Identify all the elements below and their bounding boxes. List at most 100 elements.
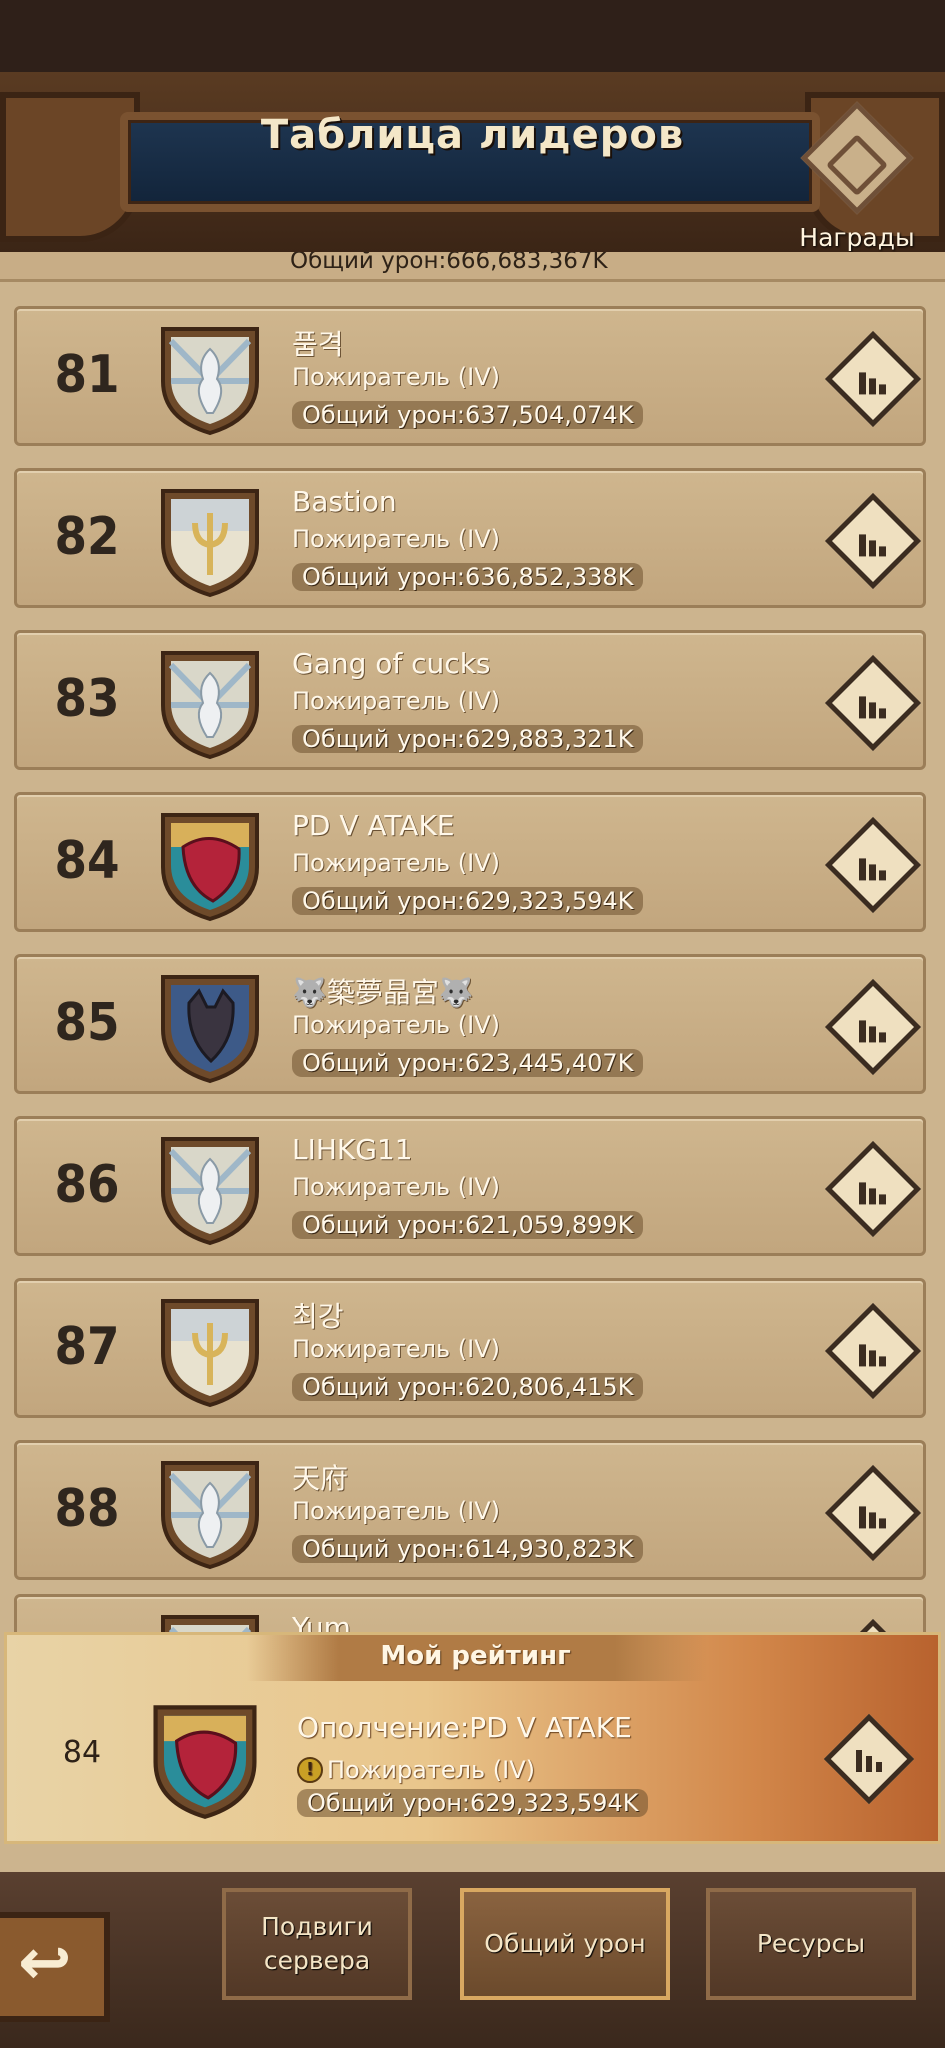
tab-server-feats[interactable]: Подвиги сервера — [222, 1888, 412, 2000]
bar-chart-icon — [855, 1010, 891, 1046]
guild-name: 天府 — [292, 1462, 349, 1495]
guild-damage: Общий урон:629,323,594K — [292, 887, 644, 915]
my-rank: 84 — [62, 1735, 102, 1770]
stats-button[interactable] — [824, 330, 922, 428]
back-button[interactable]: ↩ — [0, 1912, 110, 2022]
bar-chart-icon — [855, 686, 891, 722]
row-info: 최강 Пожиратель (IV) Общий урон:620,806,415K — [292, 1295, 792, 1401]
my-tier: ! Пожиратель (IV) — [297, 1751, 817, 1789]
stats-button[interactable] — [824, 816, 922, 914]
bar-chart-icon — [852, 1742, 886, 1776]
tab-resources-label: Ресурсы — [756, 1929, 866, 1958]
guild-tier: Пожиратель (IV) — [292, 1335, 500, 1363]
leaderboard-row[interactable]: 87 최강 Пожиратель (IV) Общий урон:620,806,41… — [14, 1278, 926, 1418]
leaderboard-row[interactable]: Yum — [14, 1594, 926, 1632]
my-rating-title: Мой рейтинг — [380, 1641, 571, 1671]
guild-emblem-icon — [155, 1293, 265, 1409]
leaderboard-row[interactable]: 81 품격 Пожиратель (IV) Общий урон:637,504,07… — [14, 306, 926, 446]
my-damage: Общий урон:629,323,594K — [297, 1789, 649, 1817]
guild-tier: Пожиратель (IV) — [292, 1011, 500, 1039]
row-rank: 83 — [54, 669, 120, 729]
my-guild-emblem-icon — [145, 1699, 265, 1821]
bar-chart-icon — [855, 1496, 891, 1532]
row-info: 🐺築夢晶宮🐺 Пожиратель (IV) Общий урон:623,445,… — [292, 971, 792, 1077]
leaderboard-row[interactable]: 82 Bastion Пожиратель (IV) Общий урон:636,8… — [14, 468, 926, 608]
guild-tier: Пожиратель (IV) — [292, 525, 500, 553]
my-guild-name: Ополчение:PD V ATAKE — [297, 1711, 632, 1744]
tab-total-damage[interactable]: Общий урон — [460, 1888, 670, 2000]
row-rank: 87 — [54, 1317, 120, 1377]
bar-chart-icon — [855, 362, 891, 398]
guild-tier: Пожиратель (IV) — [292, 687, 500, 715]
status-strip — [0, 0, 945, 72]
tab-resources[interactable]: Ресурсы — [706, 1888, 916, 2000]
stats-button[interactable] — [824, 492, 922, 590]
rewards-button[interactable]: Награды — [792, 101, 922, 268]
partial-row-damage: Общий урон:666,683,367K — [290, 252, 608, 274]
row-rank: 82 — [54, 507, 120, 567]
row-rank: 86 — [54, 1155, 120, 1215]
guild-damage: Общий урон:637,504,074K — [292, 401, 644, 429]
stats-button[interactable] — [824, 1464, 922, 1562]
guild-name: 최강 — [292, 1300, 344, 1333]
tab-total-damage-label: Общий урон — [484, 1929, 646, 1958]
stats-button[interactable] — [824, 1302, 922, 1400]
leaderboard-row[interactable]: 85 🐺築夢晶宮🐺 Пожиратель (IV) Общий урон:623,44… — [14, 954, 926, 1094]
guild-name: Yum — [292, 1611, 351, 1632]
guild-name: Bastion — [292, 485, 397, 518]
row-rank: 81 — [54, 345, 120, 405]
guild-name: 품격 — [292, 328, 344, 361]
guild-name: 🐺築夢晶宮🐺 — [292, 976, 474, 1009]
back-arrow-icon: ↩ — [18, 1926, 72, 2000]
row-rank: 84 — [54, 831, 120, 891]
my-info: Ополчение:PD V ATAKE ! Пожиратель (IV) О… — [297, 1711, 817, 1817]
stats-button[interactable] — [824, 654, 922, 752]
stats-button[interactable] — [824, 1618, 922, 1632]
leaderboard-list[interactable]: Общий урон:666,683,367K 81 품격 Пожиратель (… — [0, 252, 945, 1632]
row-info: 품격 Пожиратель (IV) Общий урон:637,504,074K — [292, 323, 792, 429]
guild-emblem-icon — [155, 1609, 265, 1632]
rewards-chest-icon — [800, 101, 914, 215]
row-info: Bastion Пожиратель (IV) Общий урон:636,852… — [292, 485, 792, 591]
guild-damage: Общий урон:621,059,899K — [292, 1211, 644, 1239]
tab-server-feats-label: Подвиги сервера — [261, 1912, 373, 1975]
my-rating-panel[interactable]: Мой рейтинг 84 Ополчение:PD V ATAKE ! По… — [4, 1632, 941, 1844]
bar-chart-icon — [855, 1172, 891, 1208]
guild-damage: Общий урон:623,445,407K — [292, 1049, 644, 1077]
row-info: LIHKG11 Пожиратель (IV) Общий урон:621,059… — [292, 1133, 792, 1239]
leaderboard-row[interactable]: 84 PD V ATAKE Пожиратель (IV) Общий урон:62… — [14, 792, 926, 932]
row-rank: 85 — [54, 993, 120, 1053]
my-stats-button[interactable] — [823, 1713, 915, 1805]
guild-damage: Общий урон:629,883,321K — [292, 725, 644, 753]
guild-name: PD V ATAKE — [292, 809, 455, 842]
stats-button[interactable] — [824, 978, 922, 1076]
bar-chart-icon — [855, 1334, 891, 1370]
guild-emblem-icon — [155, 645, 265, 761]
leaderboard-row[interactable]: 88 天府 Пожиратель (IV) Общий урон:614,930,82… — [14, 1440, 926, 1580]
bar-chart-icon — [855, 524, 891, 560]
guild-damage: Общий урон:620,806,415K — [292, 1373, 644, 1401]
leaderboard-screen: Таблица лидеров Награды Общий урон:666,6… — [0, 0, 945, 2048]
guild-emblem-icon — [155, 1131, 265, 1247]
guild-name: Gang of cucks — [292, 647, 491, 680]
guild-emblem-icon — [155, 969, 265, 1085]
leaderboard-row[interactable]: 83 Gang of cucks Пожиратель (IV) Общий урон… — [14, 630, 926, 770]
bar-chart-icon — [855, 848, 891, 884]
guild-tier: Пожиратель (IV) — [292, 1173, 500, 1201]
guild-emblem-icon — [155, 807, 265, 923]
guild-damage: Общий урон:636,852,338K — [292, 563, 644, 591]
rewards-label: Награды — [799, 223, 915, 252]
guild-emblem-icon — [155, 1455, 265, 1571]
guild-emblem-icon — [155, 483, 265, 599]
guild-tier: Пожиратель (IV) — [292, 849, 500, 877]
guild-tier: Пожиратель (IV) — [292, 1497, 500, 1525]
warning-icon: ! — [297, 1757, 323, 1783]
row-info: 天府 Пожиратель (IV) Общий урон:614,930,823K — [292, 1457, 792, 1563]
guild-emblem-icon — [155, 321, 265, 437]
partial-row-80: Общий урон:666,683,367K — [0, 252, 945, 282]
my-tier-label: Пожиратель (IV) — [327, 1756, 535, 1784]
row-info: PD V ATAKE Пожиратель (IV) Общий урон:629,… — [292, 809, 792, 915]
guild-tier: Пожиратель (IV) — [292, 363, 500, 391]
stats-button[interactable] — [824, 1140, 922, 1238]
leaderboard-row[interactable]: 86 LIHKG11 Пожиратель (IV) Общий урон:621,0… — [14, 1116, 926, 1256]
